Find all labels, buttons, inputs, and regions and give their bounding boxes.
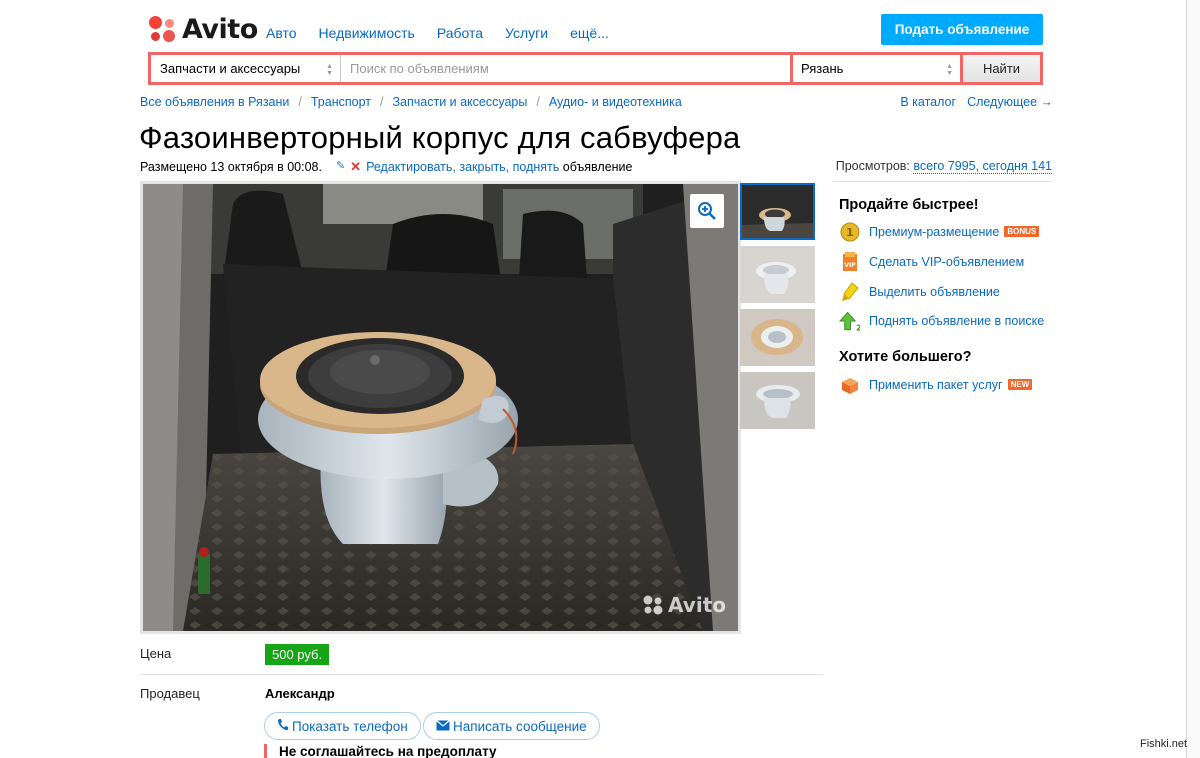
- svg-text:1: 1: [846, 226, 854, 239]
- coin-icon: 1: [839, 221, 860, 242]
- avito-logo[interactable]: Avito: [148, 12, 258, 46]
- nav-auto[interactable]: Авто: [266, 25, 297, 41]
- seller-name[interactable]: Александр: [265, 686, 335, 701]
- logo-text: Avito: [182, 13, 258, 45]
- city-value: Рязань: [801, 61, 844, 76]
- views-value[interactable]: всего 7995, сегодня 141: [913, 159, 1052, 174]
- want-more-heading: Хотите большего?: [839, 349, 972, 365]
- phone-icon: [277, 718, 289, 734]
- up-arrow-icon: 2: [839, 310, 860, 332]
- envelope-icon: [436, 719, 450, 734]
- zoom-in-icon: [698, 202, 716, 220]
- views-label: Просмотров:: [835, 159, 910, 173]
- sell-faster-heading: Продайте быстрее!: [839, 197, 979, 213]
- category-select[interactable]: Запчасти и аксессуары ▲ ▼: [151, 55, 341, 82]
- category-value: Запчасти и аксессуары: [160, 61, 301, 76]
- nav-jobs[interactable]: Работа: [437, 25, 483, 41]
- vip-item[interactable]: VIP Сделать VIP-объявлением: [839, 251, 1024, 272]
- watermark-dots-icon: [643, 595, 663, 615]
- thumbnail-3[interactable]: [740, 309, 815, 366]
- search-input[interactable]: Поиск по объявлениям: [341, 55, 790, 82]
- svg-text:2: 2: [856, 323, 860, 331]
- marker-icon: [839, 281, 860, 302]
- show-phone-button[interactable]: Показать телефон: [264, 712, 421, 740]
- placed-date: Размещено 13 октября в 00:08.: [140, 160, 322, 174]
- main-photo[interactable]: Avito: [140, 181, 741, 634]
- price-value: 500 руб.: [265, 644, 330, 665]
- logo-dots-icon: [148, 14, 178, 44]
- window-edge: [1186, 0, 1200, 758]
- top-nav: Авто Недвижимость Работа Услуги ещё...: [266, 25, 609, 41]
- select-arrows-icon: ▲ ▼: [326, 63, 333, 77]
- watermark-text: Avito: [668, 593, 726, 617]
- raise-item[interactable]: 2 Поднять объявление в поиске: [839, 310, 1044, 332]
- new-badge: NEW: [1007, 379, 1033, 390]
- photo-watermark: Avito: [642, 593, 726, 617]
- highlight-item[interactable]: Выделить объявление: [839, 281, 1000, 302]
- bonus-badge: BONUS: [1004, 226, 1040, 237]
- nav-more[interactable]: ещё...: [570, 25, 609, 41]
- listing-meta: Размещено 13 октября в 00:08. ✎ ✕ Редакт…: [140, 159, 633, 175]
- next-listing-link[interactable]: Следующее →: [967, 95, 1053, 109]
- svg-text:VIP: VIP: [844, 262, 856, 269]
- source-credit: Fishki.net: [1140, 738, 1188, 750]
- photo-image: [143, 184, 738, 631]
- vip-link[interactable]: Сделать VIP-объявлением: [869, 255, 1024, 269]
- show-phone-label: Показать телефон: [292, 718, 408, 734]
- zoom-button[interactable]: [690, 194, 724, 228]
- package-item[interactable]: Применить пакет услуг NEW: [839, 374, 1033, 395]
- seller-label: Продавец: [140, 686, 200, 701]
- prepayment-warning: Не соглашайтесь на предоплату: [264, 744, 497, 758]
- breadcrumb-all[interactable]: Все объявления в Рязани: [140, 95, 289, 109]
- vip-icon: VIP: [839, 251, 860, 272]
- actions-suffix: объявление: [562, 160, 633, 174]
- pencil-icon[interactable]: ✎: [336, 159, 345, 175]
- page-title: Фазоинверторный корпус для сабвуфера: [139, 120, 741, 155]
- close-icon[interactable]: ✕: [350, 159, 361, 175]
- package-link[interactable]: Применить пакет услуг: [869, 378, 1003, 392]
- select-arrows-icon: ▲ ▼: [946, 63, 953, 77]
- breadcrumb-transport[interactable]: Транспорт: [311, 95, 371, 109]
- thumbnail-1[interactable]: [740, 183, 815, 240]
- catalog-nav: В каталог Следующее →: [900, 95, 1053, 109]
- premium-placement-link[interactable]: Премиум-размещение: [869, 225, 999, 239]
- breadcrumb: Все объявления в Рязани / Транспорт / Запч…: [140, 95, 682, 109]
- views-counter: Просмотров: всего 7995, сегодня 141: [835, 159, 1052, 174]
- price-label: Цена: [140, 646, 172, 661]
- highlight-link[interactable]: Выделить объявление: [869, 285, 1000, 299]
- thumbnail-list: [740, 183, 816, 435]
- city-select[interactable]: Рязань ▲ ▼: [790, 55, 960, 82]
- thumbnail-2[interactable]: [740, 246, 815, 303]
- breadcrumb-audio[interactable]: Аудио- и видеотехника: [549, 95, 682, 109]
- catalog-link[interactable]: В каталог: [900, 95, 956, 109]
- search-button[interactable]: Найти: [960, 55, 1040, 82]
- edit-actions-link[interactable]: Редактировать, закрыть, поднять: [366, 160, 559, 174]
- package-icon: [839, 374, 860, 395]
- nav-realty[interactable]: Недвижимость: [319, 25, 415, 41]
- thumbnail-4[interactable]: [740, 372, 815, 429]
- write-message-label: Написать сообщение: [453, 718, 587, 734]
- write-message-button[interactable]: Написать сообщение: [423, 712, 600, 740]
- raise-link[interactable]: Поднять объявление в поиске: [869, 314, 1044, 328]
- premium-placement-item[interactable]: 1 Премиум-размещение BONUS: [839, 221, 1040, 242]
- post-ad-button[interactable]: Подать объявление: [881, 14, 1043, 45]
- search-bar: Запчасти и аксессуары ▲ ▼ Поиск по объявл…: [148, 52, 1043, 85]
- sidebar-divider: [833, 181, 1052, 182]
- breadcrumb-parts[interactable]: Запчасти и аксессуары: [392, 95, 527, 109]
- price-divider: [140, 674, 822, 675]
- nav-services[interactable]: Услуги: [505, 25, 548, 41]
